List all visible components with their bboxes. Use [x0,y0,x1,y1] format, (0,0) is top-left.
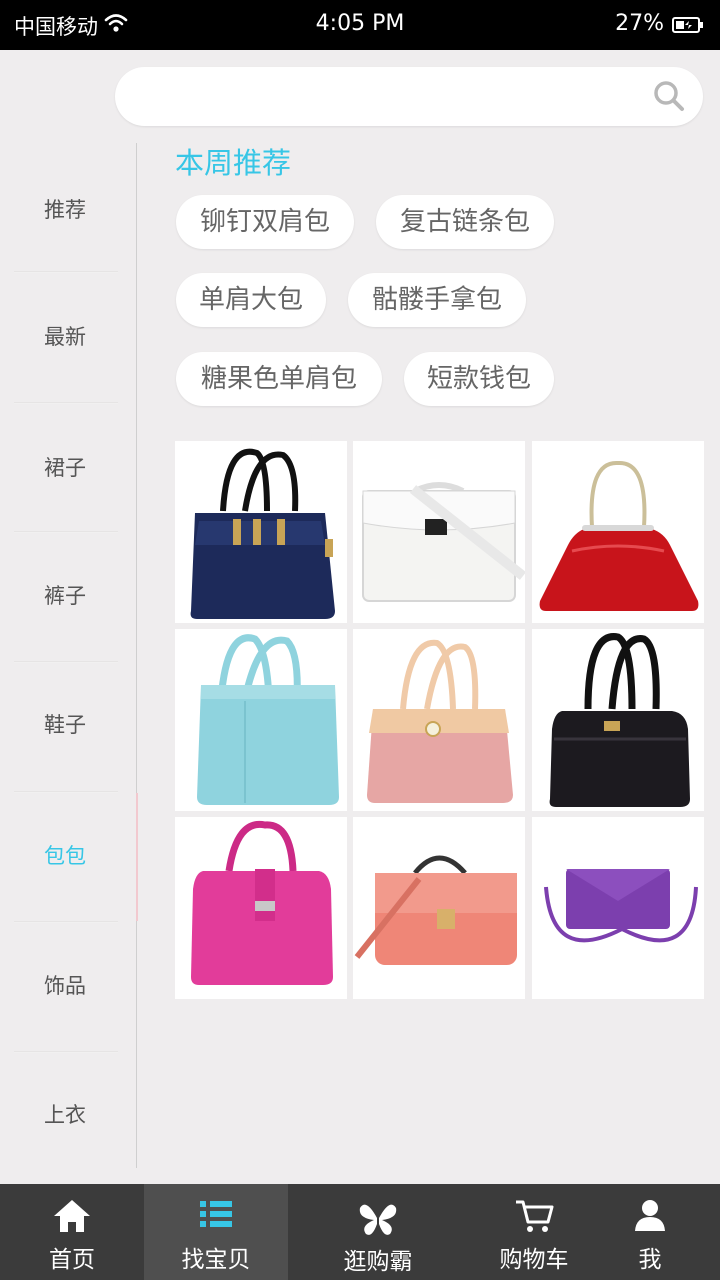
tag-rivet-backpack[interactable]: 铆钉双肩包 [176,195,354,249]
cart-icon [516,1200,554,1232]
nav-home[interactable]: 首页 [0,1184,144,1280]
coral-satchel-image [354,855,517,965]
pink-handbag-image [367,639,513,803]
tag-skull-clutch[interactable]: 骷髅手拿包 [348,273,526,327]
navy-handbag-image [190,448,335,619]
nav-me[interactable]: 我 [600,1184,700,1280]
tag-candy-shoulder-bag[interactable]: 糖果色单肩包 [176,352,382,406]
red-clutch-image [539,460,699,611]
sidebar-separator [14,531,118,533]
nav-cart-label: 购物车 [499,1247,569,1273]
sidebar-separator [14,402,118,404]
nav-home-label: 首页 [49,1247,95,1273]
list-icon [200,1201,232,1227]
product-white-handbag[interactable] [353,441,525,623]
sidebar-item-recommended[interactable]: 推荐 [0,194,130,224]
nav-find-items-label: 找宝贝 [181,1247,251,1273]
user-icon [635,1200,665,1231]
status-bar: 中国移动 4:05 PM 27% [0,0,720,50]
product-red-clutch[interactable] [532,441,704,623]
sidebar-separator [14,791,118,793]
sidebar-item-newest[interactable]: 最新 [0,321,130,351]
clock: 4:05 PM [315,11,405,36]
nav-cart[interactable]: 购物车 [468,1184,600,1280]
search-icon[interactable] [653,80,685,116]
light-blue-tote-image [197,634,339,805]
search-input[interactable] [139,77,639,115]
bottom-navigation: 首页 找宝贝 逛购霸 购物车 我 [0,1184,720,1280]
battery-icon [672,16,704,38]
black-handbag-image [549,633,690,807]
purple-clutch-image [544,869,698,943]
product-pink-handbag[interactable] [353,629,525,811]
magenta-handbag-image [191,820,333,985]
tag-retro-chain-bag[interactable]: 复古链条包 [376,195,554,249]
product-light-blue-tote[interactable] [175,629,347,811]
product-purple-clutch[interactable] [532,817,704,999]
sidebar-item-bags[interactable]: 包包 [0,840,130,870]
nav-find-items[interactable]: 找宝贝 [144,1184,288,1280]
category-sidebar: 推荐 最新 裙子 裤子 鞋子 包包 饰品 上衣 [0,143,138,1168]
sidebar-separator [14,271,118,273]
section-title: 本周推荐 [175,146,292,180]
home-icon [54,1200,90,1232]
sidebar-item-pants[interactable]: 裤子 [0,580,130,610]
product-black-handbag[interactable] [532,629,704,811]
sidebar-item-tops[interactable]: 上衣 [0,1099,130,1129]
sidebar-separator [14,1051,118,1053]
product-navy-handbag[interactable] [175,441,347,623]
nav-browse-label: 逛购霸 [343,1249,413,1275]
white-handbag-image [362,482,525,602]
sidebar-separator [14,661,118,663]
nav-me-label: 我 [638,1247,662,1273]
search-bar[interactable] [115,67,703,126]
product-magenta-handbag[interactable] [175,817,347,999]
product-coral-satchel[interactable] [353,817,525,999]
sidebar-item-skirts[interactable]: 裙子 [0,452,130,482]
butterfly-icon [359,1204,397,1235]
active-indicator [136,793,138,921]
sidebar-divider [136,143,137,1168]
nav-browse[interactable]: 逛购霸 [288,1184,468,1280]
sidebar-item-accessories[interactable]: 饰品 [0,970,130,1000]
sidebar-separator [14,921,118,923]
battery-percentage: 27% [615,11,664,36]
tag-large-shoulder-bag[interactable]: 单肩大包 [176,273,326,327]
sidebar-item-shoes[interactable]: 鞋子 [0,709,130,739]
tag-short-wallet[interactable]: 短款钱包 [404,352,554,406]
